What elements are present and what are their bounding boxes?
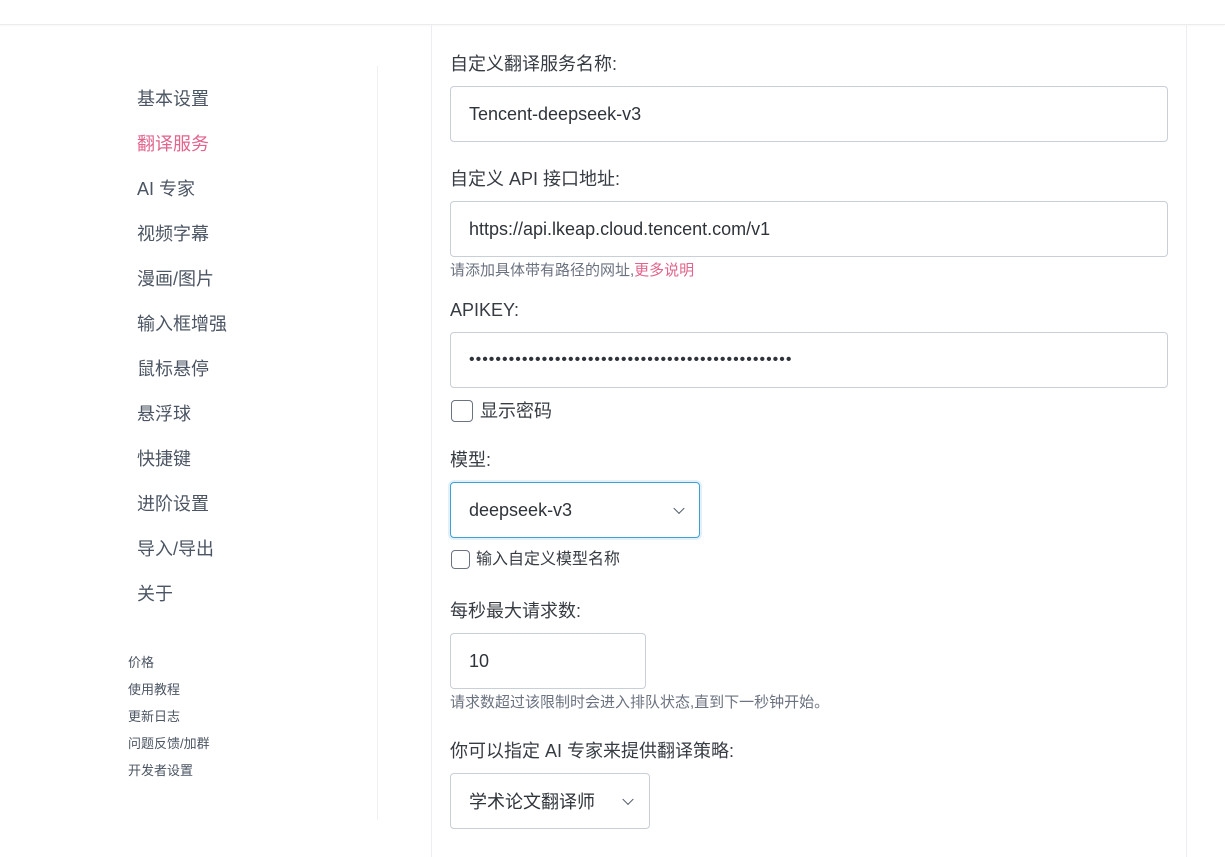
ai-expert-label: 你可以指定 AI 专家来提供翻译策略: (450, 741, 735, 761)
api-url-value: https://api.lkeap.cloud.tencent.com/v1 (469, 218, 771, 239)
service-name-input[interactable]: Tencent-deepseek-v3 (450, 86, 1168, 142)
model-select[interactable]: deepseek-v3 (450, 482, 700, 538)
sidebar-link-feedback[interactable]: 问题反馈/加群 (128, 736, 210, 752)
sidebar-item-about[interactable]: 关于 (137, 583, 173, 605)
sidebar-item-shortcuts[interactable]: 快捷键 (137, 448, 191, 470)
apikey-value: ••••••••••••••••••••••••••••••••••••••••… (469, 351, 793, 368)
sidebar-item-ai-expert[interactable]: AI 专家 (137, 178, 195, 200)
api-url-help-text: 请添加具体带有路径的网址, (450, 262, 635, 279)
max-requests-input[interactable]: 10 (450, 633, 646, 689)
api-url-label: 自定义 API 接口地址: (450, 169, 621, 189)
chevron-down-icon (622, 793, 634, 806)
max-requests-help: 请求数超过该限制时会进入排队状态,直到下一秒钟开始。 (450, 694, 830, 711)
sidebar-item-mouse-hover[interactable]: 鼠标悬停 (137, 358, 209, 380)
sidebar-link-developer-settings[interactable]: 开发者设置 (128, 763, 193, 779)
chevron-down-icon (673, 502, 685, 515)
service-name-label: 自定义翻译服务名称: (450, 54, 618, 74)
model-selected-value: deepseek-v3 (469, 499, 573, 520)
ai-expert-select[interactable]: 学术论文翻译师 (450, 773, 650, 829)
sidebar-item-comics-images[interactable]: 漫画/图片 (137, 268, 214, 290)
sidebar-item-translation-service[interactable]: 翻译服务 (137, 133, 209, 155)
top-bar (0, 0, 1225, 25)
sidebar-item-video-subtitles[interactable]: 视频字幕 (137, 223, 209, 245)
content-border-left (431, 25, 432, 857)
sidebar-link-tutorial[interactable]: 使用教程 (128, 682, 180, 698)
ai-expert-selected-value: 学术论文翻译师 (469, 792, 595, 812)
sidebar-link-changelog[interactable]: 更新日志 (128, 709, 180, 725)
sidebar-divider (377, 66, 378, 820)
sidebar-item-advanced-settings[interactable]: 进阶设置 (137, 493, 209, 515)
custom-model-label[interactable]: 输入自定义模型名称 (476, 550, 620, 569)
apikey-label: APIKEY: (450, 300, 520, 320)
max-requests-label: 每秒最大请求数: (450, 601, 582, 621)
sidebar-item-import-export[interactable]: 导入/导出 (137, 538, 214, 560)
model-label: 模型: (450, 450, 492, 470)
sidebar-item-basic-settings[interactable]: 基本设置 (137, 88, 209, 110)
service-name-value: Tencent-deepseek-v3 (469, 103, 642, 124)
custom-model-checkbox[interactable] (451, 550, 470, 569)
sidebar-item-floating-ball[interactable]: 悬浮球 (137, 403, 191, 425)
api-url-input[interactable]: https://api.lkeap.cloud.tencent.com/v1 (450, 201, 1168, 257)
max-requests-value: 10 (469, 650, 490, 671)
sidebar-item-input-enhance[interactable]: 输入框增强 (137, 313, 227, 335)
apikey-input[interactable]: ••••••••••••••••••••••••••••••••••••••••… (450, 332, 1168, 388)
show-password-checkbox[interactable] (451, 400, 473, 422)
sidebar-link-pricing[interactable]: 价格 (128, 655, 154, 671)
show-password-label[interactable]: 显示密码 (480, 400, 552, 422)
content-border-right (1186, 25, 1187, 857)
more-info-link[interactable]: 更多说明 (634, 262, 694, 279)
api-url-help: 请添加具体带有路径的网址,更多说明 (450, 262, 694, 280)
